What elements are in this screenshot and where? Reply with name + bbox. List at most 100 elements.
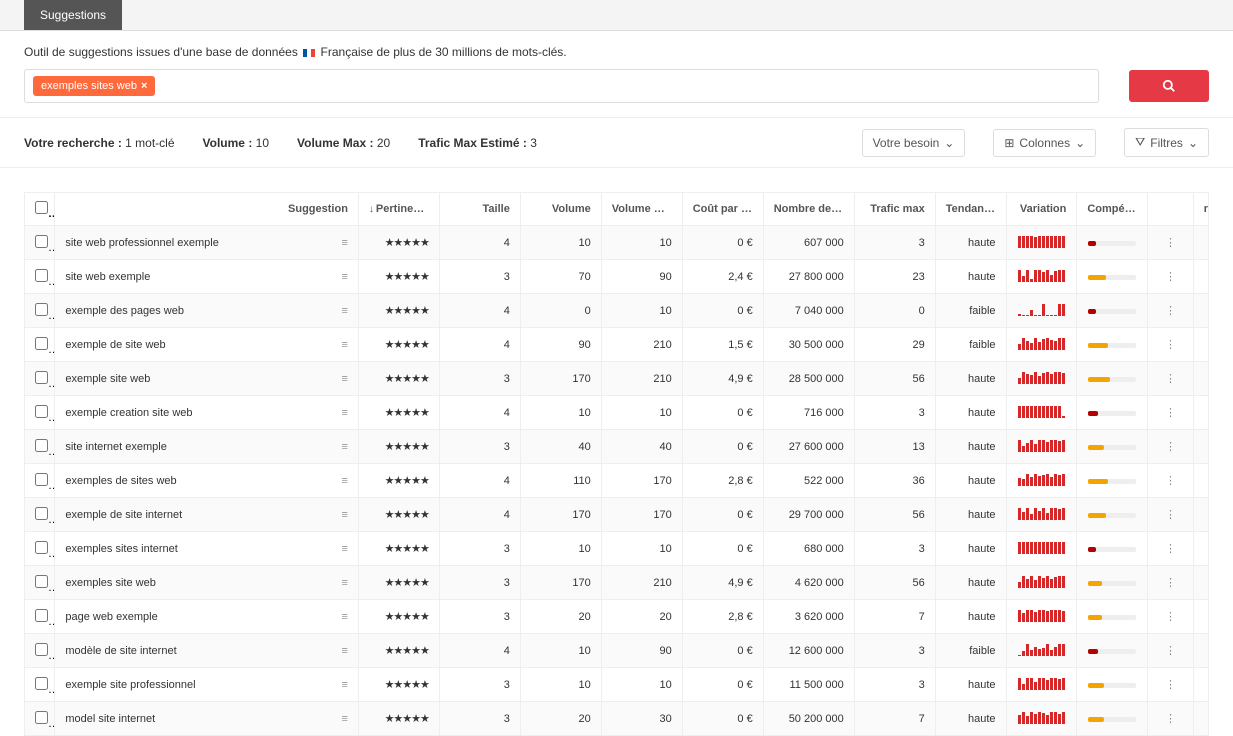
drag-icon[interactable]: ≡: [342, 577, 348, 589]
row-checkbox[interactable]: [35, 405, 48, 418]
cell-volume: 170: [520, 362, 601, 396]
row-checkbox[interactable]: [35, 609, 48, 622]
th-volmax[interactable]: Volume Max: [601, 193, 682, 226]
sparkline-icon: [1018, 642, 1065, 656]
th-competitivite[interactable]: Compétitivité: [1077, 193, 1148, 226]
row-actions-icon[interactable]: ⋮: [1165, 339, 1176, 351]
search-input[interactable]: exemples sites web ×: [24, 69, 1099, 103]
row-checkbox[interactable]: [35, 677, 48, 690]
row-checkbox[interactable]: [35, 337, 48, 350]
th-suggestion[interactable]: Suggestion: [55, 193, 359, 226]
cell-volmax: 210: [601, 328, 682, 362]
drag-icon[interactable]: ≡: [342, 645, 348, 657]
drag-icon[interactable]: ≡: [342, 407, 348, 419]
cell-volume: 40: [520, 430, 601, 464]
tool-description: Outil de suggestions issues d'une base d…: [0, 31, 1233, 69]
meta-search: Votre recherche : 1 mot-clé: [24, 136, 175, 150]
drag-icon[interactable]: ≡: [342, 305, 348, 317]
row-actions-icon[interactable]: ⋮: [1165, 305, 1176, 317]
row-checkbox[interactable]: [35, 235, 48, 248]
th-volume[interactable]: Volume: [520, 193, 601, 226]
search-button[interactable]: [1129, 70, 1209, 102]
cell-trafic: 3: [854, 634, 935, 668]
row-actions-icon[interactable]: ⋮: [1165, 679, 1176, 691]
drag-icon[interactable]: ≡: [342, 339, 348, 351]
row-actions-icon[interactable]: ⋮: [1165, 407, 1176, 419]
row-actions-icon[interactable]: ⋮: [1165, 475, 1176, 487]
table-row: exemple de site internet≡ ★★★★★ 4 170 17…: [25, 498, 1209, 532]
th-taille[interactable]: Taille: [439, 193, 520, 226]
th-cpc[interactable]: Coût par clic: [682, 193, 763, 226]
row-checkbox[interactable]: [35, 643, 48, 656]
cell-suggestion: exemples sites internet≡: [55, 532, 359, 566]
cell-taille: 3: [439, 260, 520, 294]
row-actions-icon[interactable]: ⋮: [1165, 645, 1176, 657]
stars-icon: ★★★★★: [385, 305, 429, 317]
tab-suggestions[interactable]: Suggestions: [24, 0, 122, 30]
row-checkbox[interactable]: [35, 439, 48, 452]
row-actions-icon[interactable]: ⋮: [1165, 271, 1176, 283]
th-variation[interactable]: Variation: [1006, 193, 1077, 226]
cell-results: 607 000: [763, 226, 854, 260]
row-checkbox[interactable]: [35, 269, 48, 282]
row-actions-icon[interactable]: ⋮: [1165, 441, 1176, 453]
sparkline-icon: [1018, 676, 1065, 690]
chevron-down-icon: ⌄: [1075, 136, 1085, 150]
drag-icon[interactable]: ≡: [342, 611, 348, 623]
row-actions-icon[interactable]: ⋮: [1165, 509, 1176, 521]
row-checkbox[interactable]: [35, 507, 48, 520]
cell-variation: [1006, 532, 1077, 566]
row-checkbox[interactable]: [35, 371, 48, 384]
besoin-dropdown[interactable]: Votre besoin ⌄: [862, 129, 966, 157]
th-pertinence[interactable]: Pertinence: [358, 193, 439, 226]
cell-volmax: 210: [601, 362, 682, 396]
row-checkbox[interactable]: [35, 473, 48, 486]
cell-overflow: [1193, 464, 1208, 498]
cell-variation: [1006, 430, 1077, 464]
drag-icon[interactable]: ≡: [342, 679, 348, 691]
drag-icon[interactable]: ≡: [342, 373, 348, 385]
cell-volmax: 40: [601, 430, 682, 464]
row-actions-icon[interactable]: ⋮: [1165, 373, 1176, 385]
cell-volmax: 170: [601, 464, 682, 498]
table-row: exemple de site web≡ ★★★★★ 4 90 210 1,5 …: [25, 328, 1209, 362]
row-actions-icon[interactable]: ⋮: [1165, 577, 1176, 589]
cell-variation: [1006, 396, 1077, 430]
cell-trafic: 7: [854, 702, 935, 736]
row-actions-icon[interactable]: ⋮: [1165, 237, 1176, 249]
cell-trafic: 36: [854, 464, 935, 498]
cell-taille: 4: [439, 464, 520, 498]
cell-taille: 3: [439, 532, 520, 566]
keyword-chip[interactable]: exemples sites web ×: [33, 76, 155, 96]
select-all-checkbox[interactable]: [35, 201, 48, 214]
cell-overflow: [1193, 498, 1208, 532]
drag-icon[interactable]: ≡: [342, 509, 348, 521]
row-checkbox[interactable]: [35, 575, 48, 588]
drag-icon[interactable]: ≡: [342, 475, 348, 487]
drag-icon[interactable]: ≡: [342, 543, 348, 555]
cell-results: 3 620 000: [763, 600, 854, 634]
drag-icon[interactable]: ≡: [342, 271, 348, 283]
cell-variation: [1006, 566, 1077, 600]
row-actions-icon[interactable]: ⋮: [1165, 543, 1176, 555]
drag-icon[interactable]: ≡: [342, 237, 348, 249]
chip-remove-icon[interactable]: ×: [141, 80, 147, 92]
row-actions-icon[interactable]: ⋮: [1165, 611, 1176, 623]
th-results[interactable]: Nombre de résul...: [763, 193, 854, 226]
drag-icon[interactable]: ≡: [342, 713, 348, 725]
drag-icon[interactable]: ≡: [342, 441, 348, 453]
row-actions-icon[interactable]: ⋮: [1165, 713, 1176, 725]
cell-suggestion: exemple de site internet≡: [55, 498, 359, 532]
colonnes-dropdown[interactable]: ⊞ Colonnes ⌄: [993, 129, 1096, 157]
cell-pertinence: ★★★★★: [358, 294, 439, 328]
row-checkbox[interactable]: [35, 303, 48, 316]
th-tendance[interactable]: Tendance: [935, 193, 1006, 226]
row-checkbox[interactable]: [35, 541, 48, 554]
cell-overflow: [1193, 260, 1208, 294]
cell-overflow: [1193, 634, 1208, 668]
cell-cpc: 2,8 €: [682, 600, 763, 634]
filtres-dropdown[interactable]: ⛛ Filtres ⌄: [1124, 128, 1209, 157]
th-trafic[interactable]: Trafic max: [854, 193, 935, 226]
cell-cpc: 0 €: [682, 634, 763, 668]
row-checkbox[interactable]: [35, 711, 48, 724]
